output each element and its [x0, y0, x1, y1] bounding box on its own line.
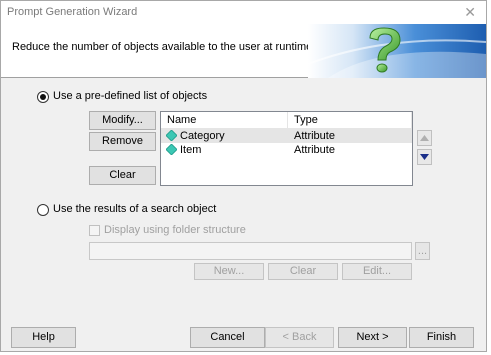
search-object-field[interactable] [89, 242, 412, 260]
help-button[interactable]: Help [11, 327, 76, 348]
column-header-type[interactable]: Type [288, 112, 412, 128]
objects-list[interactable]: Name Type Category Attribute Item Attrib… [160, 111, 413, 186]
window-title: Prompt Generation Wizard [7, 6, 138, 18]
move-up-button[interactable] [417, 130, 432, 146]
search-object-label: Use the results of a search object [53, 203, 217, 215]
search-object-radio[interactable] [37, 204, 49, 216]
folder-structure-checkbox[interactable] [89, 225, 100, 236]
move-down-button[interactable] [417, 149, 432, 165]
list-item[interactable]: Item Attribute [161, 143, 412, 157]
list-item[interactable]: Category Attribute [161, 129, 412, 143]
arrow-down-icon [420, 154, 429, 160]
attribute-icon [166, 130, 177, 141]
modify-button[interactable]: Modify... [89, 111, 156, 130]
folder-structure-label: Display using folder structure [104, 224, 246, 236]
remove-button[interactable]: Remove [89, 132, 156, 151]
clear-search-button[interactable]: Clear [268, 263, 338, 280]
cancel-button[interactable]: Cancel [190, 327, 265, 348]
list-item-type: Attribute [294, 144, 335, 156]
close-icon[interactable]: ✕ [464, 1, 476, 23]
browse-button[interactable]: ... [415, 242, 430, 260]
title-bar: Prompt Generation Wizard ✕ [1, 1, 486, 24]
finish-button[interactable]: Finish [409, 327, 474, 348]
predefined-list-label: Use a pre-defined list of objects [53, 90, 208, 102]
arrow-up-icon [420, 135, 429, 141]
new-search-button[interactable]: New... [194, 263, 264, 280]
list-item-name: Category [180, 130, 225, 142]
list-item-type: Attribute [294, 130, 335, 142]
list-item-name: Item [180, 144, 202, 156]
edit-search-button[interactable]: Edit... [342, 263, 412, 280]
next-button[interactable]: Next > [338, 327, 407, 348]
list-header: Name Type [161, 112, 412, 129]
back-button[interactable]: < Back [265, 327, 334, 348]
clear-list-button[interactable]: Clear [89, 166, 156, 185]
header-description: Reduce the number of objects available t… [12, 41, 316, 53]
question-mark-banner-icon [308, 24, 486, 78]
attribute-icon [166, 144, 177, 155]
wizard-window: Prompt Generation Wizard ✕ Reduce the nu… [0, 0, 487, 352]
predefined-list-radio[interactable] [37, 91, 49, 103]
wizard-header: Reduce the number of objects available t… [1, 24, 486, 78]
column-header-name[interactable]: Name [161, 112, 288, 128]
